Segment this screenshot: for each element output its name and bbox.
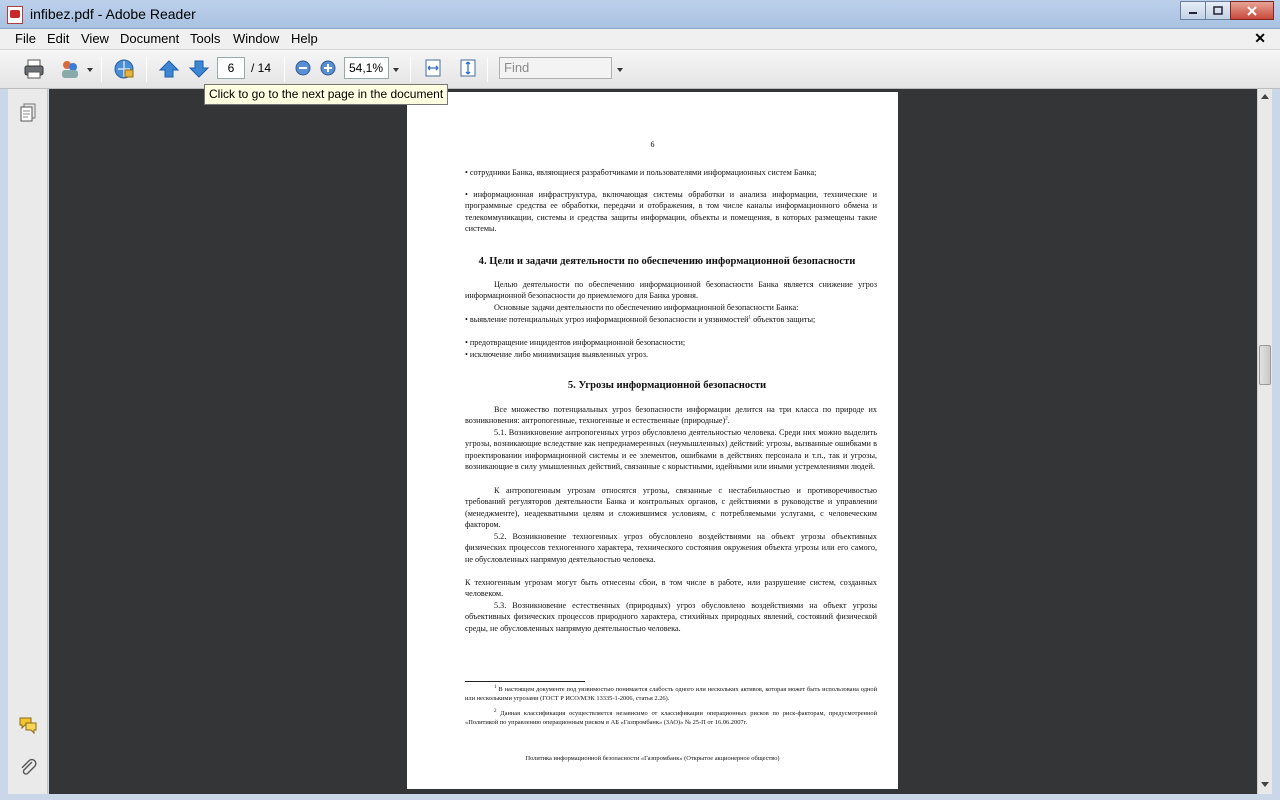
footnote-separator — [465, 681, 585, 682]
print-icon[interactable] — [23, 58, 45, 80]
collaborate-icon[interactable] — [59, 58, 81, 80]
bullet-text: • выявление потенциальных угроз информац… — [465, 315, 749, 324]
footnote-mark: 1 — [494, 684, 497, 690]
footnote-text: Данная классификация осуществляется неза… — [465, 710, 877, 726]
fit-page-icon[interactable] — [458, 58, 478, 78]
close-window-button[interactable] — [1230, 1, 1274, 20]
close-document-button[interactable]: ✕ — [1254, 30, 1266, 47]
next-page-tooltip: Click to go to the next page in the docu… — [204, 84, 449, 105]
zoom-level-input[interactable]: 54,1% — [344, 57, 389, 79]
attachments-panel-icon[interactable] — [18, 757, 38, 777]
toolbar — [0, 50, 1280, 89]
find-dropdown-arrow[interactable] — [617, 68, 623, 72]
page-footer: Политика информационной безопасности «Га… — [525, 755, 780, 762]
menu-help[interactable]: Help — [291, 31, 318, 46]
title-bar: infibez.pdf - Adobe Reader — [0, 0, 1280, 29]
bullet-text-cont: объектов защиты; — [751, 315, 816, 324]
menu-tools[interactable]: Tools — [190, 31, 220, 46]
paragraph: 5.2. Возникновение техногенных угроз обу… — [465, 532, 877, 564]
menu-edit[interactable]: Edit — [47, 31, 69, 46]
document-view[interactable]: 6 • сотрудники Банка, являющиеся разрабо… — [49, 89, 1257, 794]
fit-width-icon[interactable] — [423, 58, 443, 78]
paragraph-text: Все множество потенциальных угроз безопа… — [465, 405, 877, 426]
paragraph: К антропогенным угрозам относятся угрозы… — [465, 486, 877, 530]
comments-panel-icon[interactable] — [18, 715, 38, 735]
zoom-in-icon[interactable] — [319, 59, 337, 77]
navigation-pane — [8, 89, 48, 794]
bullet-item: • исключение либо минимизация выявленных… — [465, 350, 649, 359]
bullet-item: • информационная инфраструктура, включаю… — [465, 190, 877, 234]
page-number-input[interactable]: 6 — [217, 57, 245, 79]
secure-settings-icon[interactable] — [113, 58, 135, 80]
paragraph: Основные задачи деятельности по обеспече… — [494, 303, 799, 312]
scroll-down-arrow[interactable] — [1261, 782, 1269, 787]
zoom-dropdown-arrow[interactable] — [393, 68, 399, 72]
minimize-button[interactable] — [1180, 1, 1206, 20]
toolbar-separator — [146, 57, 147, 82]
toolbar-separator — [101, 57, 102, 82]
menu-document[interactable]: Document — [120, 31, 179, 46]
toolbar-separator — [410, 57, 411, 82]
section-4-heading: 4. Цели и задачи деятельности по обеспеч… — [478, 256, 856, 267]
vertical-scrollbar[interactable] — [1257, 89, 1272, 794]
menu-view[interactable]: View — [81, 31, 109, 46]
adobe-reader-window: infibez.pdf - Adobe Reader File Edit Vie… — [0, 0, 1280, 800]
toolbar-separator — [487, 57, 488, 82]
scroll-up-arrow[interactable] — [1261, 94, 1269, 99]
paragraph: Целью деятельности по обеспечению информ… — [465, 280, 877, 301]
paragraph: 5.3. Возникновение естественных (природн… — [465, 601, 877, 633]
find-input[interactable]: Find — [499, 57, 612, 79]
window-title: infibez.pdf - Adobe Reader — [30, 6, 196, 22]
paragraph: К техногенным угрозам могут быть отнесен… — [465, 578, 877, 599]
previous-page-icon[interactable] — [158, 58, 180, 80]
footnote-text: В настоящем документе под уязвимостью по… — [465, 686, 877, 702]
pages-panel-icon[interactable] — [18, 102, 38, 122]
bullet-item: • сотрудники Банка, являющиеся разработч… — [465, 168, 817, 177]
footnote-ref: 2 — [725, 416, 728, 422]
menu-file[interactable]: File — [15, 31, 36, 46]
minimize-icon — [1189, 11, 1197, 14]
toolbar-separator — [284, 57, 285, 82]
footnote-mark: 2 — [494, 708, 497, 714]
close-icon — [1247, 5, 1257, 16]
footnote: 2 Данная классификация осуществляется не… — [465, 708, 877, 727]
collaborate-dropdown-arrow[interactable] — [87, 68, 93, 72]
paragraph: 5.1. Возникновение антропогенных угроз о… — [465, 428, 877, 472]
section-5-heading: 5. Угрозы информационной безопасности — [567, 380, 767, 391]
menu-bar: File Edit View Document Tools Window Hel… — [0, 29, 1280, 50]
next-page-icon[interactable] — [188, 58, 210, 80]
pdf-page: 6 • сотрудники Банка, являющиеся разрабо… — [407, 92, 898, 789]
pdf-app-icon — [7, 6, 23, 24]
paragraph: Все множество потенциальных угроз безопа… — [465, 405, 877, 426]
maximize-icon — [1213, 6, 1223, 15]
page-total-label: / 14 — [251, 61, 272, 75]
bullet-item: • предотвращение инцидентов информационн… — [465, 338, 686, 347]
bullet-item: • выявление потенциальных угроз информац… — [465, 314, 877, 325]
window-controls — [1180, 1, 1274, 20]
zoom-out-icon[interactable] — [294, 59, 312, 77]
footnote: 1 В настоящем документе под уязвимостью … — [465, 684, 877, 703]
scroll-thumb[interactable] — [1259, 345, 1271, 385]
maximize-button[interactable] — [1205, 1, 1231, 20]
page-number-text: 6 — [650, 140, 655, 149]
menu-window[interactable]: Window — [233, 31, 279, 46]
